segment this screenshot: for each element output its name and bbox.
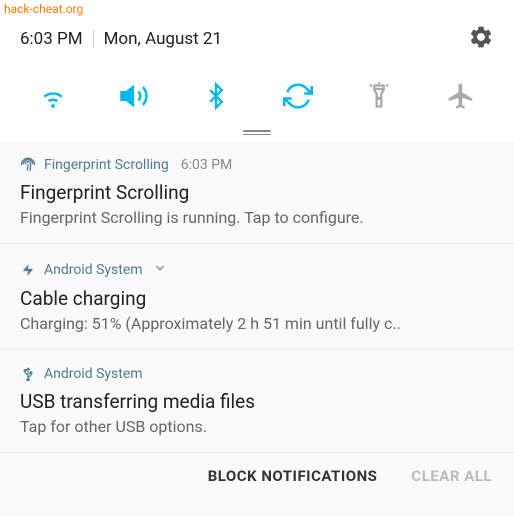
- settings-icon[interactable]: [468, 24, 494, 54]
- bluetooth-toggle[interactable]: [196, 76, 236, 116]
- clear-all-button[interactable]: CLEAR ALL: [411, 467, 492, 485]
- status-divider: [93, 30, 94, 48]
- notification-actions: BLOCK NOTIFICATIONS CLEAR ALL: [0, 453, 514, 503]
- status-date: Mon, August 21: [104, 29, 468, 49]
- sound-toggle[interactable]: [114, 76, 154, 116]
- notification-body: Tap for other USB options.: [20, 417, 494, 436]
- notification-app-name: Android System: [44, 366, 143, 382]
- quick-settings-row: [0, 64, 514, 130]
- notification-header: Fingerprint Scrolling 6:03 PM: [20, 157, 494, 173]
- flashlight-toggle[interactable]: [359, 76, 399, 116]
- notification-time: 6:03 PM: [181, 157, 233, 173]
- notification-header: Android System: [20, 366, 494, 382]
- fingerprint-icon: [20, 157, 36, 173]
- notification-item[interactable]: Android System USB transferring media fi…: [0, 350, 514, 453]
- notification-title: USB transferring media files: [20, 390, 494, 413]
- notification-item[interactable]: Fingerprint Scrolling 6:03 PM Fingerprin…: [0, 141, 514, 244]
- notification-app-name: Android System: [44, 262, 143, 278]
- status-time: 6:03 PM: [20, 29, 83, 49]
- notification-title: Fingerprint Scrolling: [20, 181, 494, 204]
- charging-icon: [20, 262, 36, 278]
- notification-body: Charging: 51% (Approximately 2 h 51 min …: [20, 314, 494, 333]
- notification-header: Android System: [20, 260, 494, 279]
- chevron-down-icon[interactable]: [153, 260, 167, 279]
- usb-icon: [20, 366, 36, 382]
- notification-body: Fingerprint Scrolling is running. Tap to…: [20, 208, 494, 227]
- notification-item[interactable]: Android System Cable charging Charging: …: [0, 244, 514, 350]
- drag-handle[interactable]: [0, 130, 514, 141]
- status-bar: 6:03 PM Mon, August 21: [0, 20, 514, 64]
- autorotate-toggle[interactable]: [278, 76, 318, 116]
- notification-title: Cable charging: [20, 287, 494, 310]
- notification-list: Fingerprint Scrolling 6:03 PM Fingerprin…: [0, 141, 514, 453]
- handle-bars-icon: [243, 130, 271, 135]
- airplane-toggle[interactable]: [441, 76, 481, 116]
- watermark-text: hack-cheat.org: [4, 2, 83, 16]
- block-notifications-button[interactable]: BLOCK NOTIFICATIONS: [208, 467, 378, 485]
- wifi-toggle[interactable]: [33, 76, 73, 116]
- quick-settings-panel: 6:03 PM Mon, August 21: [0, 0, 514, 141]
- notification-app-name: Fingerprint Scrolling: [44, 157, 169, 173]
